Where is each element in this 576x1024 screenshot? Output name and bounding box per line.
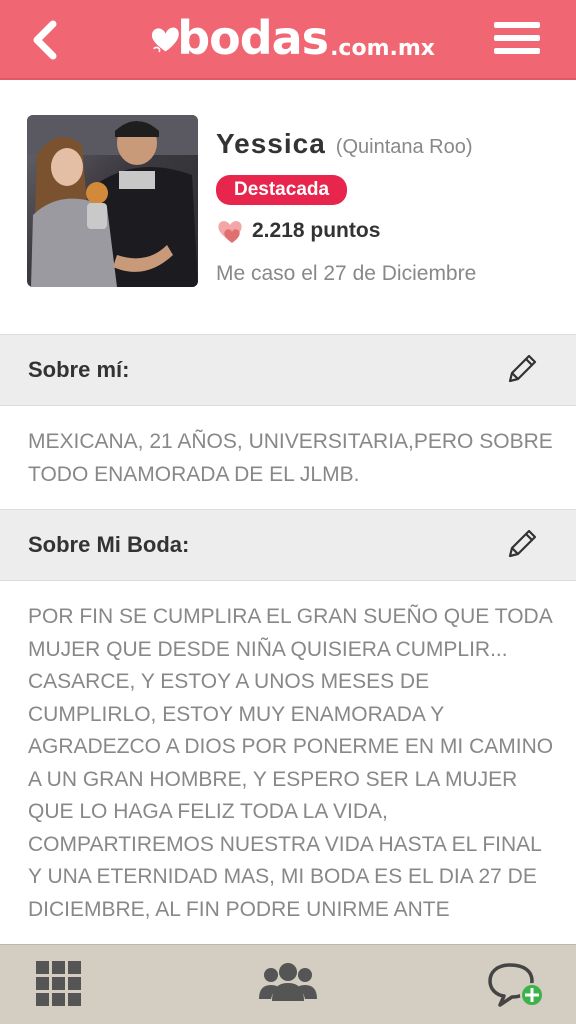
bottom-nav <box>0 944 576 1024</box>
about-wedding-title: Sobre Mi Boda: <box>28 532 190 557</box>
edit-about-me-button[interactable] <box>504 351 540 387</box>
avatar[interactable] <box>27 115 198 287</box>
profile-card: Yessica (Quintana Roo) Destacada 2.218 p… <box>0 82 576 334</box>
tab-grid[interactable] <box>36 961 82 1009</box>
points-hearts-icon <box>218 221 242 243</box>
menu-bar-icon <box>494 35 540 41</box>
about-me-title: Sobre mí: <box>28 357 130 382</box>
grid-icon <box>36 961 81 1006</box>
new-chat-icon <box>488 963 544 1007</box>
chevron-left-icon <box>33 20 57 60</box>
points-count: 2.218 puntos <box>252 219 381 242</box>
about-wedding-text: POR FIN SE CUMPLIRA EL GRAN SUEÑO QUE TO… <box>28 605 554 921</box>
logo-text: bodas <box>177 11 329 65</box>
logo-suffix: .com.mx <box>330 35 435 61</box>
menu-bar-icon <box>494 48 540 54</box>
user-location: (Quintana Roo) <box>335 136 473 158</box>
hamburger-menu-button[interactable] <box>494 22 540 58</box>
back-button[interactable] <box>24 18 64 62</box>
edit-about-wedding-button[interactable] <box>504 526 540 562</box>
wedding-date: Me caso el 27 de Diciembre <box>216 262 477 285</box>
about-me-text: MEXICANA, 21 AÑOS, UNIVERSITARIA,PERO SO… <box>28 430 553 486</box>
pencil-icon <box>508 529 537 558</box>
user-name: Yessica <box>216 128 326 159</box>
bodas-logo[interactable]: bodas .com.mx <box>150 10 435 70</box>
tab-new-chat[interactable] <box>488 961 546 1009</box>
community-icon <box>259 963 317 1001</box>
couple-photo-icon <box>27 115 198 287</box>
about-wedding-header: Sobre Mi Boda: <box>0 509 576 581</box>
points-row: 2.218 puntos <box>216 217 380 245</box>
tab-community[interactable] <box>259 961 317 1009</box>
app-header: bodas .com.mx <box>0 0 576 80</box>
name-row: Yessica (Quintana Roo) <box>216 128 473 160</box>
about-me-header: Sobre mí: <box>0 334 576 406</box>
status-badge: Destacada <box>216 175 348 205</box>
menu-bar-icon <box>494 22 540 28</box>
pencil-icon <box>508 354 537 383</box>
